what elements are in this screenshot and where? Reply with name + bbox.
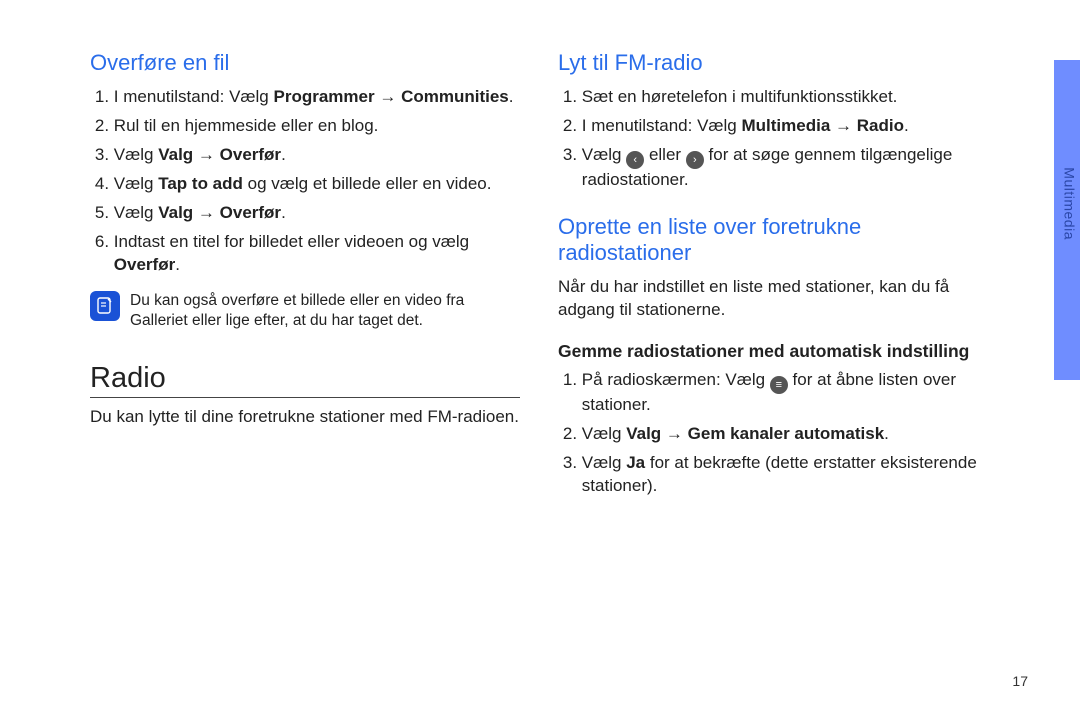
list-icon: ≡ <box>770 376 788 394</box>
main-title-radio: Radio <box>90 362 520 398</box>
page-number: 17 <box>1012 673 1028 689</box>
listen-steps: Sæt en høretelefon i multifunktionsstikk… <box>558 86 988 192</box>
favorites-intro: Når du har indstillet en liste med stati… <box>558 276 988 322</box>
list-item: Rul til en hjemmeside eller en blog. <box>114 115 520 138</box>
transfer-steps: I menutilstand: Vælg Programmer → Commun… <box>90 86 520 277</box>
prev-icon: ‹ <box>626 151 644 169</box>
note-text: Du kan også overføre et billede eller en… <box>130 291 520 333</box>
list-item: Vælg Ja for at bekræfte (dette erstatter… <box>582 452 988 498</box>
note-box: Du kan også overføre et billede eller en… <box>90 291 520 333</box>
list-item: Sæt en høretelefon i multifunktionsstikk… <box>582 86 988 109</box>
list-item: På radioskærmen: Vælg ≡ for at åbne list… <box>582 369 988 417</box>
section-title-listen: Lyt til FM-radio <box>558 50 988 76</box>
list-item: Indtast en titel for billedet eller vide… <box>114 231 520 277</box>
subhead-auto-store: Gemme radiostationer med automatisk inds… <box>558 340 988 363</box>
list-item: Vælg Tap to add og vælg et billede eller… <box>114 173 520 196</box>
radio-intro: Du kan lytte til dine foretrukne station… <box>90 406 520 429</box>
side-tab-label: Multimedia <box>1062 167 1078 240</box>
note-icon <box>90 291 120 321</box>
left-column: Overføre en fil I menutilstand: Vælg Pro… <box>90 50 520 691</box>
section-title-transfer: Overføre en fil <box>90 50 520 76</box>
manual-page: Overføre en fil I menutilstand: Vælg Pro… <box>0 0 1080 721</box>
list-item: I menutilstand: Vælg Multimedia → Radio. <box>582 115 988 138</box>
list-item: Vælg Valg → Overfør. <box>114 144 520 167</box>
section-title-favorites: Oprette en liste over foretrukne radiost… <box>558 214 988 266</box>
list-item: Vælg Valg → Overfør. <box>114 202 520 225</box>
right-column: Lyt til FM-radio Sæt en høretelefon i mu… <box>558 50 988 691</box>
next-icon: › <box>686 151 704 169</box>
list-item: I menutilstand: Vælg Programmer → Commun… <box>114 86 520 109</box>
list-item: Vælg Valg → Gem kanaler automatisk. <box>582 423 988 446</box>
list-item: Vælg ‹ eller › for at søge gennem tilgæn… <box>582 144 988 192</box>
auto-store-steps: På radioskærmen: Vælg ≡ for at åbne list… <box>558 369 988 498</box>
